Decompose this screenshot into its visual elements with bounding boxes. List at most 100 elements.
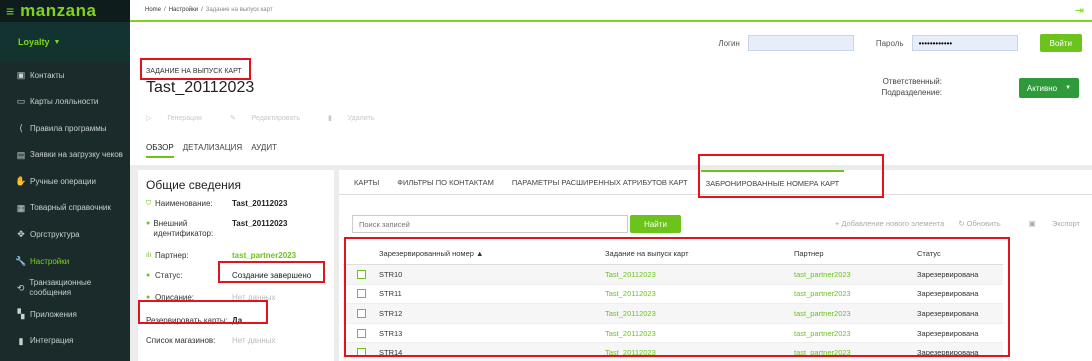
table-row[interactable]: STR11 Tast_20112023 tast_partner2023 Зарезе… (343, 285, 1003, 305)
info-row-external-id: ● Внешний идентификатор: Tast_20112023 (146, 219, 326, 251)
cell-task-link[interactable]: Tast_20112023 (605, 329, 794, 338)
sidebar-item-contacts[interactable]: ▣ Контакты (0, 62, 130, 89)
info-key: Список магазинов: (146, 336, 216, 345)
sidebar-item-label: Правила программы (30, 123, 107, 133)
tab-cards[interactable]: КАРТЫ (354, 170, 379, 195)
password-input[interactable] (911, 35, 1018, 51)
column-reserved-number[interactable]: Зарезервированный номер ▲ (379, 249, 605, 258)
contact-card-icon: ▣ (16, 69, 26, 80)
cell-reserved-number: STR12 (379, 308, 403, 318)
cell-partner-link[interactable]: tast_partner2023 (794, 289, 917, 298)
sidebar-item-receipts[interactable]: ▤ Заявки на загрузку чеков (0, 142, 130, 169)
table-row[interactable]: STR14 Tast_20112023 tast_partner2023 Зарезе… (343, 343, 1003, 361)
exit-icon[interactable]: ⇥ (1075, 4, 1084, 17)
add-element-button[interactable]: + Добавление нового элемента (835, 219, 944, 228)
cell-task-link[interactable]: Tast_20112023 (605, 289, 794, 298)
sidebar-item-manual-ops[interactable]: ✋ Ручные операции (0, 168, 130, 195)
tab-reserved-numbers[interactable]: ЗАБРОНИРОВАННЫЕ НОМЕРА КАРТ (700, 169, 845, 195)
sidebar-item-settings[interactable]: 🔧 Настройки (0, 248, 130, 275)
export-icon: ▣ (1028, 219, 1038, 228)
general-info-title: Общие сведения (146, 178, 241, 192)
sidebar-item-label: Контакты (30, 70, 65, 80)
row-checkbox[interactable] (356, 328, 366, 338)
info-value: Нет данных (232, 336, 276, 345)
table-row[interactable]: STR12 Tast_20112023 tast_partner2023 Зарезе… (343, 304, 1003, 324)
sidebar-item-label: Настройки (30, 256, 70, 266)
tab-details[interactable]: ДЕТАЛИЗАЦИЯ (183, 143, 243, 158)
column-partner[interactable]: Партнер (794, 249, 917, 258)
cell-status: Зарезервирована (917, 289, 979, 299)
info-value: Да (232, 316, 243, 325)
integration-icon: ▮ (18, 335, 24, 346)
cell-status: Зарезервирована (917, 269, 979, 279)
row-checkbox[interactable] (356, 269, 366, 279)
column-task[interactable]: Задание на выпуск карт (605, 249, 794, 258)
cell-reserved-number: STR10 (379, 269, 403, 279)
cell-partner-link[interactable]: tast_partner2023 (794, 329, 917, 338)
breadcrumb: Home / Настройки / Задание на выпуск кар… (130, 0, 1092, 22)
row-checkbox[interactable] (356, 308, 366, 318)
info-key: Наименование: (155, 199, 213, 208)
generate-button[interactable]: ▷ Генерация (146, 114, 216, 122)
tab-extended-attributes[interactable]: ПАРАМЕТРЫ РАСШИРЕННЫХ АТРИБУТОВ КАРТ (512, 170, 688, 195)
login-input[interactable] (747, 35, 854, 51)
edit-button[interactable]: ✎ Редактировать (230, 114, 314, 122)
info-value: Tast_20112023 (232, 199, 288, 208)
sidebar-item-apps[interactable]: ▚ Приложения (0, 301, 130, 328)
sidebar-item-label: Ручные операции (30, 176, 96, 186)
tab-overview[interactable]: ОБЗОР (146, 143, 174, 158)
tab-contact-filters[interactable]: ФИЛЬТРЫ ПО КОНТАКТАМ (397, 170, 494, 195)
info-row-shops: Список магазинов: Нет данных (146, 336, 326, 356)
cell-partner-link[interactable]: tast_partner2023 (794, 309, 917, 318)
sidebar-item-rules[interactable]: ⟨ Правила программы (0, 115, 130, 142)
cell-task-link[interactable]: Tast_20112023 (605, 309, 794, 318)
sidebar-item-catalog[interactable]: ▦ Товарный справочник (0, 195, 130, 222)
edit-label: Редактировать (251, 115, 300, 122)
column-status[interactable]: Статус (917, 249, 1003, 258)
status-dropdown-button[interactable]: Активно ▼ (1019, 78, 1079, 98)
cell-partner-link[interactable]: tast_partner2023 (794, 348, 917, 357)
panel-tabs: КАРТЫ ФИЛЬТРЫ ПО КОНТАКТАМ ПАРАМЕТРЫ РАС… (339, 169, 1092, 195)
tab-audit[interactable]: АУДИТ (251, 143, 277, 158)
info-row-partner: ılı Партнер: tast_partner2023 (146, 251, 326, 271)
sidebar-header: ≡ manzana (0, 0, 130, 22)
info-row-description: ● Описание: Нет данных (146, 293, 326, 313)
page-header: Логин Пароль Войти ЗАДАНИЕ НА ВЫПУСК КАР… (130, 24, 1092, 165)
sidebar-section-loyalty[interactable]: Loyalty ▼ (0, 22, 130, 62)
sidebar-item-label: Товарный справочник (30, 203, 111, 213)
breadcrumb-home[interactable]: Home (145, 7, 161, 13)
grid-toolbar: + Добавление нового элемента ↻ Обновить … (821, 219, 1080, 228)
sidebar-item-org[interactable]: ✥ Оргструктура (0, 222, 130, 249)
sidebar-item-integration[interactable]: ▮ Интеграция (0, 328, 130, 355)
sidebar-item-loyalty-cards[interactable]: ▭ Карты лояльности (0, 89, 130, 116)
cell-task-link[interactable]: Tast_20112023 (605, 348, 794, 357)
sidebar-item-messages[interactable]: ⟲ Транзакционные сообщения (0, 275, 130, 302)
delete-button[interactable]: ▮ Удалить (328, 114, 389, 122)
tag-icon: ⛉ (146, 200, 152, 207)
refresh-button[interactable]: ↻ Обновить (958, 219, 1000, 228)
cell-status: Зарезервирована (917, 308, 979, 318)
table-row[interactable]: STR13 Tast_20112023 tast_partner2023 Зарезе… (343, 324, 1003, 344)
responsible-block: Ответственный: Подразделение: (881, 76, 942, 98)
breadcrumb-settings[interactable]: Настройки (169, 7, 198, 13)
cell-partner-link[interactable]: tast_partner2023 (794, 270, 917, 279)
info-value: Нет данных (232, 293, 276, 302)
search-input[interactable] (352, 215, 628, 233)
sidebar-section-label: Loyalty (18, 37, 50, 47)
reserved-numbers-panel: КАРТЫ ФИЛЬТРЫ ПО КОНТАКТАМ ПАРАМЕТРЫ РАС… (339, 169, 1092, 361)
generate-label: Генерация (167, 115, 202, 122)
password-label: Пароль (875, 38, 904, 48)
search-button[interactable]: Найти (630, 215, 681, 233)
hand-icon: ✋ (15, 176, 27, 187)
export-label: Экспорт (1051, 219, 1080, 228)
row-checkbox[interactable] (356, 348, 366, 358)
export-button[interactable]: ▣ Экспорт (1015, 219, 1080, 228)
sidebar-item-label: Заявки на загрузку чеков (30, 150, 123, 160)
table-row[interactable]: STR10 Tast_20112023 tast_partner2023 Зарезе… (343, 265, 1003, 285)
cell-task-link[interactable]: Tast_20112023 (605, 270, 794, 279)
login-button[interactable]: Войти (1039, 34, 1082, 52)
partner-link[interactable]: tast_partner2023 (232, 251, 296, 261)
menu-icon[interactable]: ≡ (6, 4, 14, 18)
row-checkbox[interactable] (356, 289, 366, 299)
delete-label: Удалить (347, 115, 375, 122)
